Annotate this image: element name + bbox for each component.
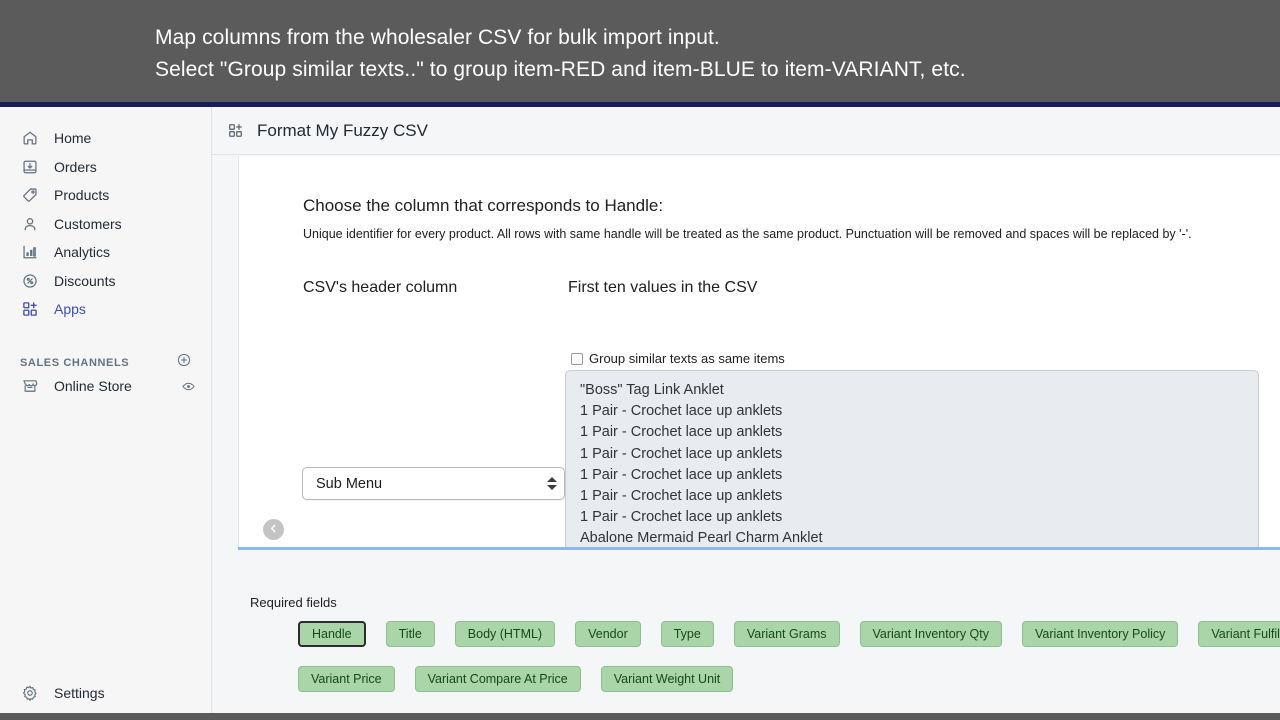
add-sales-channel-icon[interactable] xyxy=(176,352,192,373)
sidebar-item-label: Apps xyxy=(54,301,86,317)
sidebar-item-discounts[interactable]: Discounts xyxy=(8,267,204,295)
sidebar-item-customers[interactable]: Customers xyxy=(8,210,204,238)
field-tag-body-html[interactable]: Body (HTML) xyxy=(454,621,556,647)
sidebar-item-online-store[interactable]: Online Store xyxy=(8,372,204,400)
sidebar-settings-row: Settings xyxy=(0,679,212,707)
orders-icon xyxy=(20,157,40,177)
sidebar-item-label: Products xyxy=(54,187,110,203)
discounts-badge-icon xyxy=(20,271,40,291)
csv-values-heading: First ten values in the CSV xyxy=(568,279,758,296)
field-tag-variant-fulfillment-service[interactable]: Variant Fulfillment Service xyxy=(1198,621,1280,647)
field-tag-vendor[interactable]: Vendor xyxy=(575,621,641,647)
csv-value-row: "Boss" Tag Link Anklet xyxy=(580,382,724,398)
field-tag-variant-grams[interactable]: Variant Grams xyxy=(733,621,840,647)
field-tag-variant-weight-unit[interactable]: Variant Weight Unit xyxy=(600,666,734,692)
header-column-select-value: Sub Menu xyxy=(316,475,383,492)
csv-value-row: 1 Pair - Crochet lace up anklets xyxy=(580,424,783,441)
sales-channels-list: Online Store xyxy=(0,372,212,400)
field-tag-title[interactable]: Title xyxy=(385,621,435,647)
store-icon xyxy=(20,376,40,396)
apps-grid-plus-icon xyxy=(225,121,245,141)
sidebar-item-label: Customers xyxy=(54,215,122,232)
group-similar-texts-label: Group similar texts as same items xyxy=(589,351,785,366)
sidebar-item-label: Settings xyxy=(54,685,105,701)
bottom-strip xyxy=(0,713,1280,720)
field-tag-variant-inventory-policy[interactable]: Variant Inventory Policy xyxy=(1022,621,1179,647)
app-shell: Home Orders Products Customers Analytics… xyxy=(0,107,1280,713)
products-tag-icon xyxy=(20,185,40,205)
apps-grid-plus-icon xyxy=(20,299,40,319)
field-tag-variant-compare-at-price[interactable]: Variant Compare At Price xyxy=(414,666,581,692)
required-fields-label: Required fields xyxy=(250,595,337,610)
csv-value-row: 1 Pair - Crochet lace up anklets xyxy=(580,509,783,526)
header-column-select-wrapper: Sub Menu xyxy=(302,467,565,500)
field-tag-variant-price[interactable]: Variant Price xyxy=(298,666,395,692)
sidebar-item-analytics[interactable]: Analytics xyxy=(8,238,204,266)
sidebar: Home Orders Products Customers Analytics… xyxy=(0,107,212,713)
chevron-left-icon xyxy=(268,521,279,539)
csv-value-row: 1 Pair - Crochet lace up anklets xyxy=(580,403,783,420)
up-down-stepper-icon[interactable] xyxy=(546,473,557,494)
group-similar-texts-row[interactable]: Group similar texts as same items xyxy=(571,351,785,366)
field-tag-type[interactable]: Type xyxy=(660,621,714,647)
field-tag-handle[interactable]: Handle xyxy=(298,621,366,647)
sidebar-item-apps[interactable]: Apps xyxy=(8,295,204,323)
instruction-banner: Map columns from the wholesaler CSV for … xyxy=(0,0,1280,102)
sidebar-item-settings[interactable]: Settings xyxy=(8,679,204,707)
question-heading: Choose the column that corresponds to Ha… xyxy=(303,196,664,215)
sidebar-item-label: Orders xyxy=(54,158,97,175)
csv-header-column-heading: CSV's header column xyxy=(303,279,458,296)
sidebar-item-label: Analytics xyxy=(54,244,111,260)
required-fields-row-1: Handle Title Body (HTML) Vendor Type Var… xyxy=(298,621,1280,647)
required-fields-row-2: Variant Price Variant Compare At Price V… xyxy=(298,666,734,692)
customers-person-icon xyxy=(20,214,40,234)
banner-line-1: Map columns from the wholesaler CSV for … xyxy=(155,26,720,49)
csv-value-row: 1 Pair - Crochet lace up anklets xyxy=(580,466,783,483)
analytics-bars-icon xyxy=(20,242,40,262)
question-description: Unique identifier for every product. All… xyxy=(303,227,1192,241)
sidebar-item-label: Home xyxy=(54,130,92,146)
sidebar-nav-list: Home Orders Products Customers Analytics… xyxy=(0,124,212,323)
group-similar-texts-checkbox[interactable] xyxy=(571,352,583,365)
sidebar-item-products[interactable]: Products xyxy=(8,181,204,209)
eye-icon[interactable] xyxy=(180,378,196,394)
banner-line-2: Select "Group similar texts.." to group … xyxy=(155,58,966,81)
sidebar-item-label: Online Store xyxy=(54,378,132,394)
sidebar-item-orders[interactable]: Orders xyxy=(8,153,204,181)
csv-value-row: 1 Pair - Crochet lace up anklets xyxy=(580,445,783,462)
sidebar-item-home[interactable]: Home xyxy=(8,124,204,152)
sales-channels-header: SALES CHANNELS xyxy=(0,352,212,373)
csv-value-row: 1 Pair - Crochet lace up anklets xyxy=(580,488,783,505)
page-title: Format My Fuzzy CSV xyxy=(257,120,428,140)
gear-icon xyxy=(20,683,40,703)
previous-step-button[interactable] xyxy=(263,519,284,540)
sidebar-item-label: Discounts xyxy=(54,272,116,289)
header-column-select[interactable]: Sub Menu xyxy=(302,467,565,500)
field-tag-variant-inventory-qty[interactable]: Variant Inventory Qty xyxy=(859,621,1002,647)
fields-section: Required fields Handle Title Body (HTML)… xyxy=(238,550,1280,713)
home-icon xyxy=(20,128,40,148)
main-region: Format My Fuzzy CSV Choose the column th… xyxy=(212,107,1280,713)
sales-channels-label: SALES CHANNELS xyxy=(20,356,130,369)
app-title-bar: Format My Fuzzy CSV xyxy=(212,107,1280,155)
content-card: Choose the column that corresponds to Ha… xyxy=(238,156,1280,606)
